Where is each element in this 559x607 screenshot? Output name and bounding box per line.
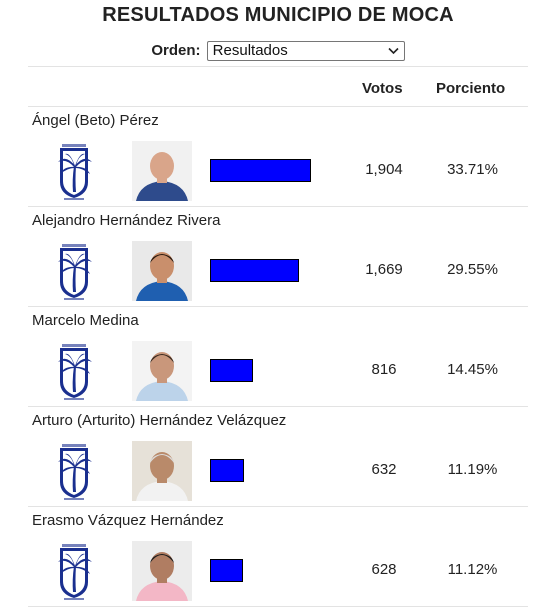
palm-tree-party-logo-icon [58, 544, 92, 600]
candidate-row: Marcelo Medina 816 14.45% [28, 306, 528, 406]
candidate-votes: 1,669 [365, 261, 403, 278]
candidate-photo-image [132, 141, 192, 201]
candidate-percent: 11.19% [447, 461, 498, 478]
candidate-photo-image [132, 441, 192, 501]
palm-tree-party-logo-icon [58, 144, 92, 200]
vote-share-bar [210, 359, 253, 382]
candidate-photo [132, 341, 192, 401]
candidate-row: Erasmo Vázquez Hernández 628 11.12% [28, 506, 528, 606]
candidate-name: Ángel (Beto) Pérez [32, 112, 159, 129]
candidate-percent: 14.45% [447, 361, 498, 378]
candidate-name: Erasmo Vázquez Hernández [32, 512, 224, 529]
candidate-name: Arturo (Arturito) Hernández Velázquez [32, 412, 287, 429]
party-logo [48, 242, 100, 302]
candidate-name: Marcelo Medina [32, 312, 139, 329]
page-title: RESULTADOS MUNICIPIO DE MOCA [102, 4, 454, 26]
candidate-photo-image [132, 341, 192, 401]
candidate-photo [132, 241, 192, 301]
palm-tree-party-logo-icon [58, 344, 92, 400]
chevron-down-icon [388, 47, 399, 55]
candidate-row: Arturo (Arturito) Hernández Velázquez 63… [28, 406, 528, 506]
candidate-photo [132, 541, 192, 601]
party-logo [48, 442, 100, 502]
order-control: Orden: Resultados [0, 41, 556, 61]
palm-tree-party-logo-icon [58, 244, 92, 300]
vote-share-bar [210, 259, 299, 282]
candidate-row: Ángel (Beto) Pérez 1,904 33.71% [28, 106, 528, 206]
candidate-photo-image [132, 241, 192, 301]
vote-share-bar [210, 159, 311, 182]
votes-header: Votos [362, 80, 403, 97]
vote-share-bar [210, 459, 244, 482]
candidate-photo [132, 141, 192, 201]
candidate-votes: 632 [371, 461, 397, 478]
divider [28, 66, 528, 67]
candidate-votes: 816 [371, 361, 397, 378]
candidate-photo [132, 441, 192, 501]
party-logo [48, 142, 100, 202]
order-select-value: Resultados [212, 42, 288, 59]
candidate-name: Alejandro Hernández Rivera [32, 212, 221, 229]
candidate-percent: 29.55% [447, 261, 498, 278]
candidate-votes: 1,904 [365, 161, 403, 178]
candidate-row: Alejandro Hernández Rivera 1,669 29.55% [28, 206, 528, 306]
candidate-percent: 11.12% [447, 561, 498, 578]
candidate-photo-image [132, 541, 192, 601]
order-label: Orden: [151, 41, 201, 59]
order-select[interactable]: Resultados [206, 41, 405, 61]
candidate-percent: 33.71% [447, 161, 498, 178]
percent-header: Porciento [436, 80, 506, 97]
palm-tree-party-logo-icon [58, 444, 92, 500]
party-logo [48, 342, 100, 402]
candidate-votes: 628 [371, 561, 397, 578]
party-logo [48, 542, 100, 602]
vote-share-bar [210, 559, 243, 582]
